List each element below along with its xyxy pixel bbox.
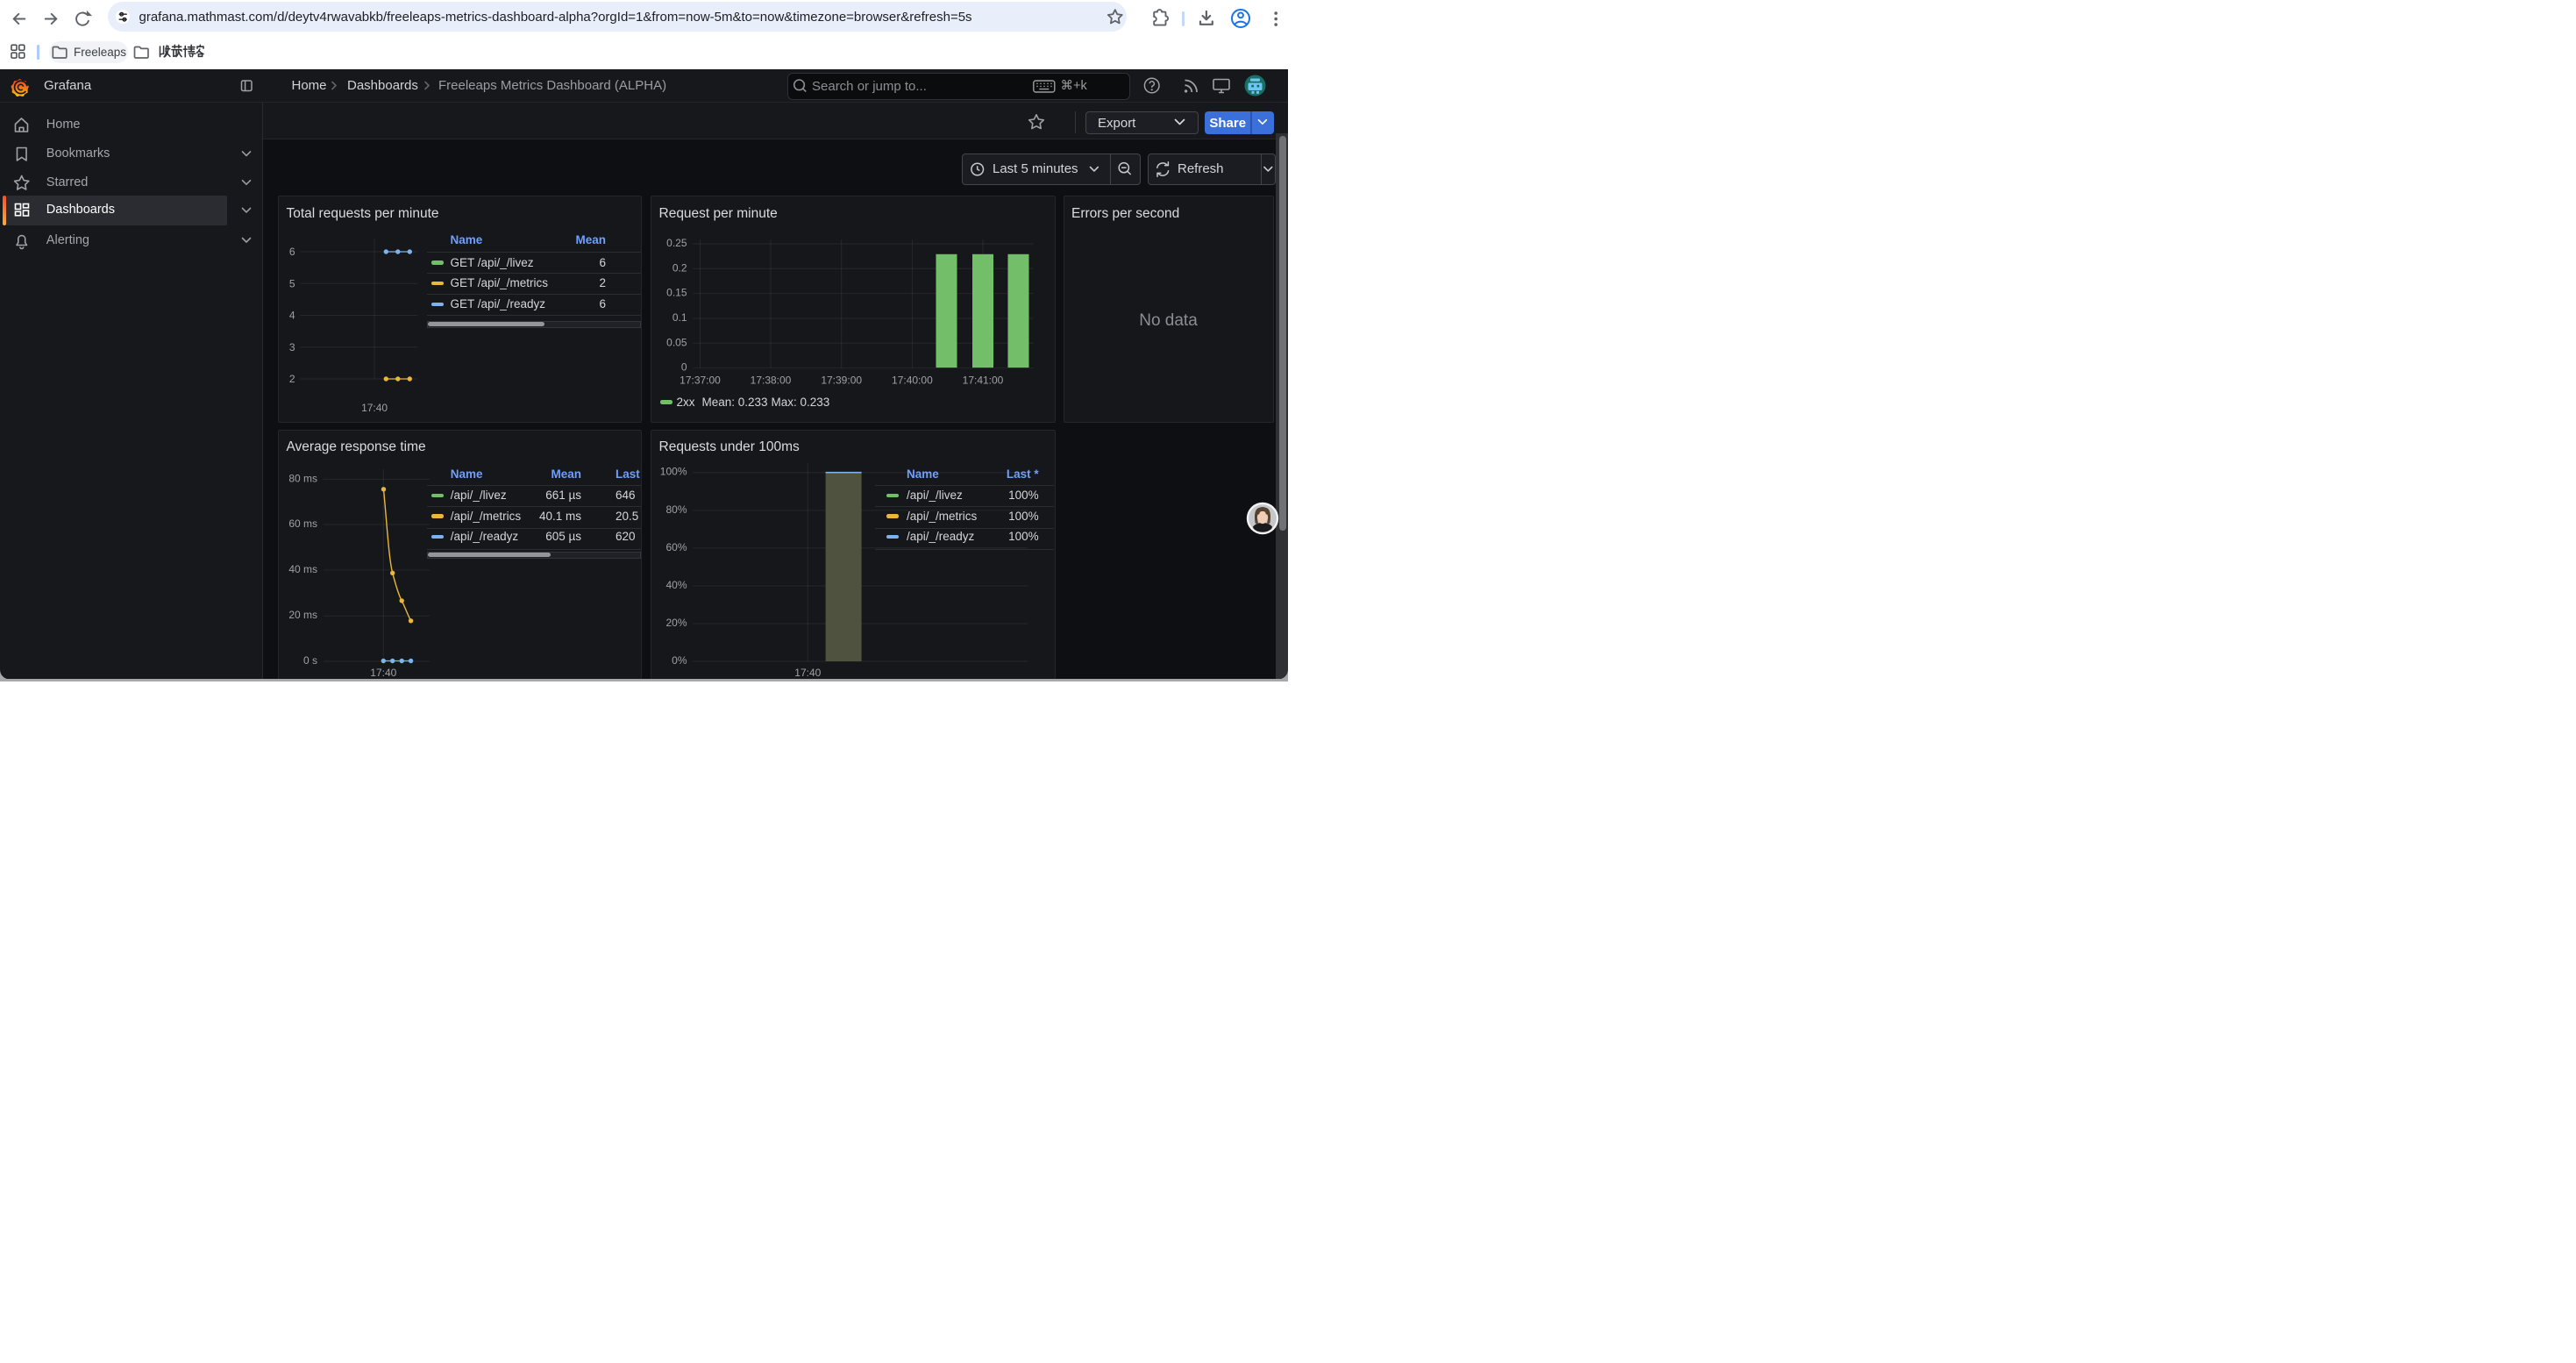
svg-text:17:40:00: 17:40:00 [892,375,933,387]
svg-text:17:41:00: 17:41:00 [963,375,1004,387]
svg-text:60 ms: 60 ms [288,517,317,530]
svg-text:0.15: 0.15 [666,287,687,299]
svg-text:17:40: 17:40 [361,402,388,414]
svg-text:17:38:00: 17:38:00 [751,375,792,387]
svg-text:20 ms: 20 ms [288,609,317,621]
svg-text:0.1: 0.1 [672,311,687,324]
svg-text:4: 4 [289,310,295,322]
svg-text:5: 5 [289,277,295,289]
svg-text:80 ms: 80 ms [288,472,317,484]
svg-text:80%: 80% [665,503,687,516]
svg-text:40%: 40% [665,579,687,591]
svg-text:0: 0 [681,361,687,374]
svg-text:3: 3 [289,341,295,353]
svg-text:0.05: 0.05 [666,336,687,348]
svg-text:40 ms: 40 ms [288,563,317,575]
svg-text:100%: 100% [660,466,687,478]
svg-text:0.25: 0.25 [666,237,687,249]
svg-text:0%: 0% [672,654,687,667]
svg-text:0.2: 0.2 [672,261,687,274]
svg-text:0 s: 0 s [303,654,317,667]
svg-text:17:39:00: 17:39:00 [821,375,862,387]
svg-text:17:37:00: 17:37:00 [680,375,721,387]
svg-text:2: 2 [289,373,295,385]
svg-text:6: 6 [289,246,295,258]
svg-text:60%: 60% [665,541,687,553]
svg-text:20%: 20% [665,617,687,629]
svg-text:17:40: 17:40 [794,667,821,679]
svg-text:17:40: 17:40 [370,667,396,679]
